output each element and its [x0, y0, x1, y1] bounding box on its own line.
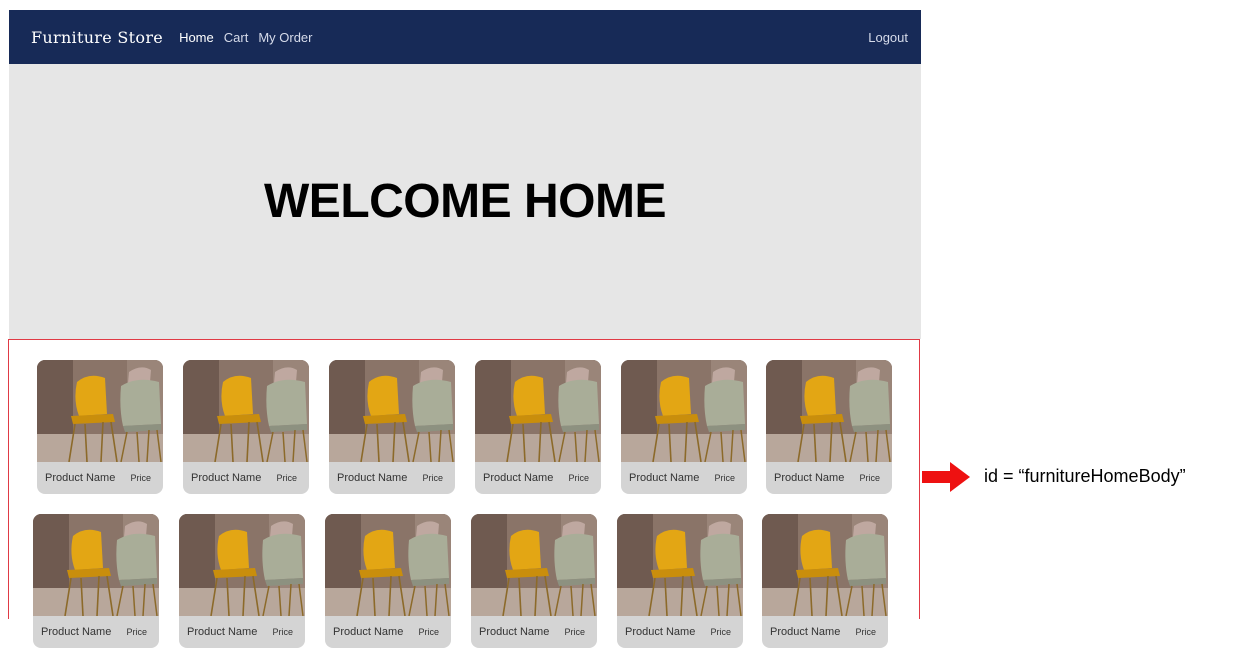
annotation-pointer [922, 462, 970, 492]
logout-link[interactable]: Logout [868, 30, 908, 45]
navbar: Furniture Store Home Cart My Order Logou… [9, 10, 921, 64]
product-card-footer: Product Name Price [471, 616, 597, 648]
product-card-footer: Product Name Price [766, 462, 892, 494]
product-name: Product Name [41, 626, 112, 638]
product-name: Product Name [479, 626, 550, 638]
product-image [766, 360, 892, 462]
product-name: Product Name [770, 626, 841, 638]
product-price: Price [714, 473, 735, 483]
product-card-footer: Product Name Price [325, 616, 451, 648]
product-name: Product Name [333, 626, 404, 638]
product-card-footer: Product Name Price [179, 616, 305, 648]
product-card-footer: Product Name Price [617, 616, 743, 648]
product-price: Price [126, 627, 147, 637]
product-price: Price [855, 627, 876, 637]
product-name: Product Name [191, 472, 262, 484]
product-price: Price [276, 473, 297, 483]
product-card[interactable]: Product Name Price [762, 514, 888, 648]
hero-title: WELCOME HOME [264, 175, 666, 228]
product-price: Price [422, 473, 443, 483]
product-card[interactable]: Product Name Price [621, 360, 747, 494]
product-image [617, 514, 743, 616]
product-card-footer: Product Name Price [329, 462, 455, 494]
product-card-footer: Product Name Price [621, 462, 747, 494]
product-name: Product Name [337, 472, 408, 484]
product-card[interactable]: Product Name Price [33, 514, 159, 648]
hero-banner: WELCOME HOME [9, 64, 921, 339]
product-card[interactable]: Product Name Price [37, 360, 163, 494]
product-image [471, 514, 597, 616]
product-card-footer: Product Name Price [475, 462, 601, 494]
product-price: Price [568, 473, 589, 483]
furniture-home-body: Product Name Price Product Name Price Pr… [8, 339, 920, 648]
product-image [475, 360, 601, 462]
nav-links: Home Cart My Order [179, 30, 312, 45]
product-image [183, 360, 309, 462]
product-image [325, 514, 451, 616]
product-name: Product Name [625, 626, 696, 638]
product-image [33, 514, 159, 616]
nav-link-home[interactable]: Home [179, 30, 214, 45]
product-image [329, 360, 455, 462]
product-price: Price [272, 627, 293, 637]
product-card[interactable]: Product Name Price [617, 514, 743, 648]
product-name: Product Name [187, 626, 258, 638]
product-card-footer: Product Name Price [183, 462, 309, 494]
product-price: Price [859, 473, 880, 483]
product-card[interactable]: Product Name Price [766, 360, 892, 494]
nav-link-cart[interactable]: Cart [224, 30, 249, 45]
product-card[interactable]: Product Name Price [325, 514, 451, 648]
product-price: Price [130, 473, 151, 483]
brand-logo[interactable]: Furniture Store [31, 28, 163, 47]
product-name: Product Name [774, 472, 845, 484]
product-card[interactable]: Product Name Price [475, 360, 601, 494]
product-card[interactable]: Product Name Price [183, 360, 309, 494]
product-price: Price [564, 627, 585, 637]
product-card[interactable]: Product Name Price [179, 514, 305, 648]
product-name: Product Name [629, 472, 700, 484]
product-price: Price [418, 627, 439, 637]
product-name: Product Name [483, 472, 554, 484]
product-card-footer: Product Name Price [762, 616, 888, 648]
product-name: Product Name [45, 472, 116, 484]
product-card[interactable]: Product Name Price [329, 360, 455, 494]
product-card-footer: Product Name Price [37, 462, 163, 494]
product-price: Price [710, 627, 731, 637]
annotation-label: id = “furnitureHomeBody” [984, 466, 1186, 486]
product-card-footer: Product Name Price [33, 616, 159, 648]
product-image [37, 360, 163, 462]
product-image [762, 514, 888, 616]
product-image [179, 514, 305, 616]
product-image [621, 360, 747, 462]
product-card[interactable]: Product Name Price [471, 514, 597, 648]
right-arrow-icon [922, 462, 970, 492]
nav-link-my-order[interactable]: My Order [258, 30, 312, 45]
